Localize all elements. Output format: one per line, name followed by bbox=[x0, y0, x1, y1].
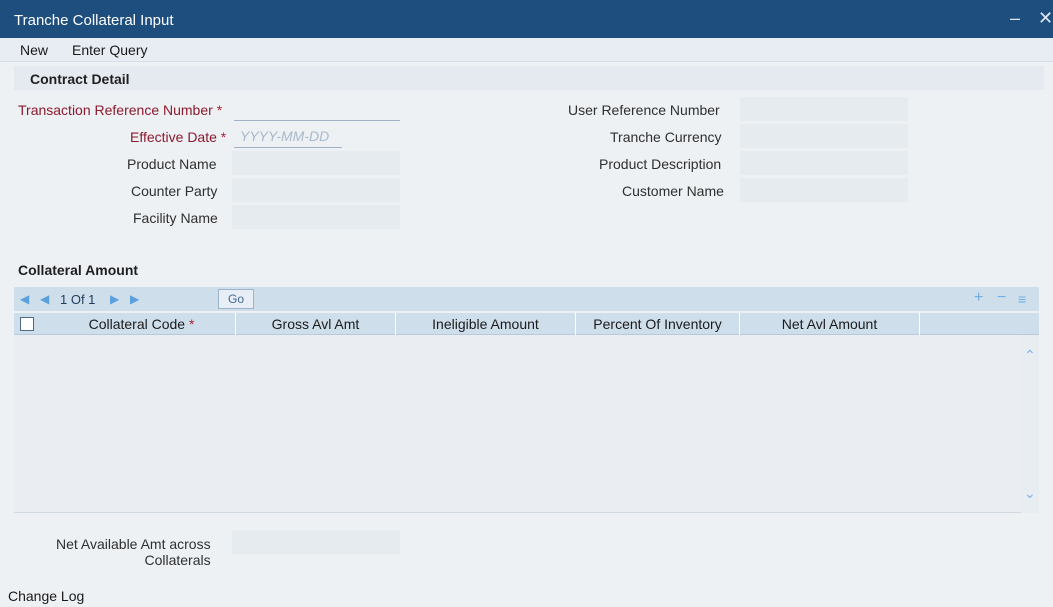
customer-name-input[interactable] bbox=[740, 178, 908, 202]
transaction-reference-label: Transaction Reference Number * bbox=[18, 102, 223, 118]
required-marker: * bbox=[220, 129, 227, 145]
collateral-amount-heading: Collateral Amount bbox=[18, 262, 139, 278]
net-available-label: Net Available Amt across Collaterals bbox=[56, 536, 211, 568]
menu-bar: New Enter Query bbox=[0, 38, 1053, 62]
col-percent-of-inventory[interactable]: Percent Of Inventory bbox=[576, 313, 740, 335]
required-marker: * bbox=[216, 102, 223, 118]
col-net-avl-amount[interactable]: Net Avl Amount bbox=[740, 313, 920, 335]
net-available-input[interactable] bbox=[232, 530, 400, 554]
col-collateral-code[interactable]: Collateral Code * bbox=[48, 313, 236, 335]
grid-header-row: Collateral Code * Gross Avl Amt Ineligib… bbox=[14, 313, 1039, 335]
transaction-reference-input[interactable] bbox=[234, 97, 400, 121]
close-icon[interactable]: ✕ bbox=[1038, 8, 1053, 29]
select-all-checkbox[interactable] bbox=[20, 317, 34, 331]
effective-date-input[interactable] bbox=[234, 124, 342, 148]
pagination-text: 1 Of 1 bbox=[60, 292, 96, 307]
first-page-icon[interactable]: ◀​ bbox=[20, 292, 29, 306]
counter-party-label: Counter Party bbox=[131, 183, 218, 199]
scroll-up-icon[interactable]: ⌃ bbox=[1024, 347, 1036, 364]
required-marker: * bbox=[188, 316, 195, 332]
menu-new[interactable]: New bbox=[20, 42, 48, 58]
col-ineligible-amount[interactable]: Ineligible Amount bbox=[396, 313, 576, 335]
tranche-currency-input[interactable] bbox=[740, 124, 908, 148]
facility-name-label: Facility Name bbox=[133, 210, 218, 226]
customer-name-label: Customer Name bbox=[622, 183, 724, 199]
minimize-icon[interactable]: – bbox=[1010, 8, 1020, 29]
collateral-grid-body bbox=[14, 335, 1021, 513]
contract-detail-band bbox=[14, 66, 1044, 90]
menu-enter-query[interactable]: Enter Query bbox=[72, 42, 147, 58]
scroll-down-icon[interactable]: ⌄ bbox=[1024, 485, 1036, 502]
prev-page-icon[interactable]: ◀ bbox=[40, 292, 49, 306]
grid-scrollbar[interactable]: ⌃ ⌄ bbox=[1021, 335, 1039, 513]
window-titlebar: Tranche Collateral Input – ✕ bbox=[0, 0, 1053, 38]
col-gross-avl-amt[interactable]: Gross Avl Amt bbox=[236, 313, 396, 335]
facility-name-input[interactable] bbox=[232, 205, 400, 229]
product-description-input[interactable] bbox=[740, 151, 908, 175]
add-row-icon[interactable]: + bbox=[974, 289, 983, 307]
change-log-link[interactable]: Change Log bbox=[8, 588, 84, 604]
list-view-icon[interactable]: ≡ bbox=[1018, 291, 1026, 307]
user-reference-input[interactable] bbox=[740, 97, 908, 121]
product-name-label: Product Name bbox=[127, 156, 217, 172]
product-name-input[interactable] bbox=[232, 151, 400, 175]
next-page-icon[interactable]: ▶ bbox=[110, 292, 119, 306]
last-page-icon[interactable]: ▶​ bbox=[130, 292, 139, 306]
user-reference-label: User Reference Number bbox=[568, 102, 720, 118]
counter-party-input[interactable] bbox=[232, 178, 400, 202]
grid-toolbar: ◀​ ◀ 1 Of 1 ▶ ▶​ Go + − ≡ bbox=[14, 287, 1039, 311]
contract-detail-heading: Contract Detail bbox=[30, 71, 130, 87]
product-description-label: Product Description bbox=[599, 156, 722, 172]
window-title: Tranche Collateral Input bbox=[14, 12, 174, 29]
delete-row-icon[interactable]: − bbox=[997, 289, 1006, 307]
go-button[interactable]: Go bbox=[218, 289, 254, 309]
effective-date-label: Effective Date * bbox=[130, 129, 227, 145]
tranche-currency-label: Tranche Currency bbox=[610, 129, 722, 145]
